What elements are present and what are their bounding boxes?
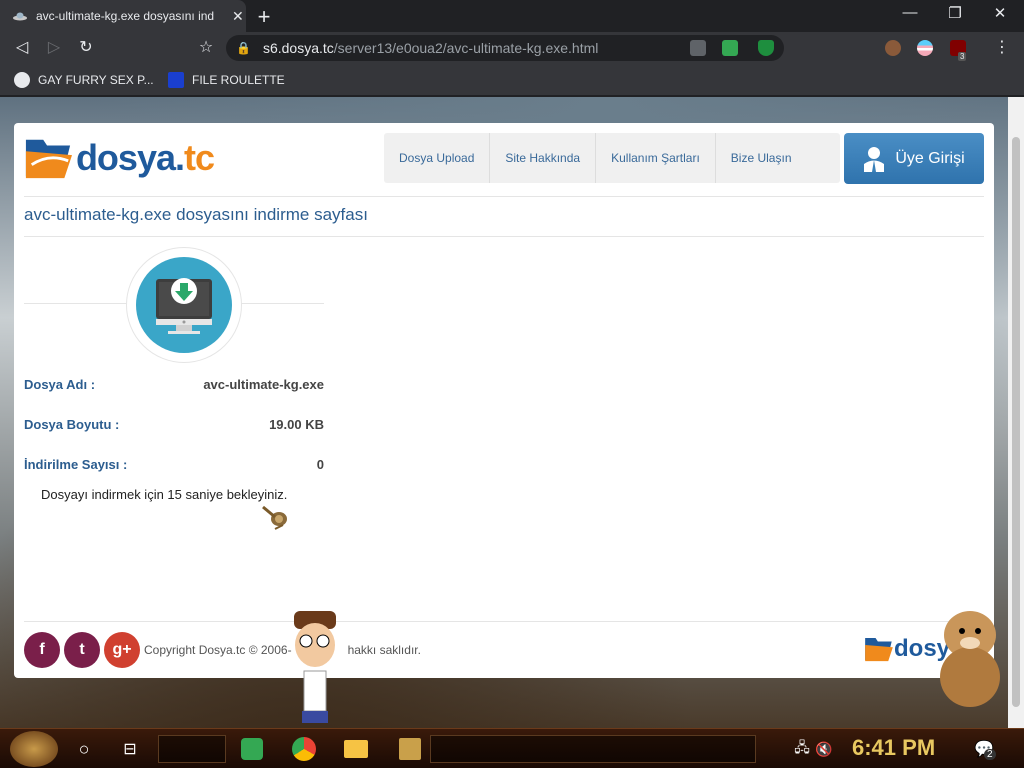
url-host: s6.dosya.tc [262, 40, 334, 56]
nav-item-upload[interactable]: Dosya Upload [384, 133, 491, 183]
hamster-sticker [940, 611, 1000, 707]
forward-button[interactable]: ▷ [44, 38, 64, 58]
browser-toolbar: ◁ ▷ ↻ ☆ 🔒 s6.dosya.tc/server13/e0oua2/av… [0, 32, 1024, 64]
taskbar-slot [430, 735, 756, 763]
game-app-icon[interactable] [396, 735, 424, 763]
ublock-badge: 3 [958, 52, 967, 61]
close-window-button[interactable]: ✕ [985, 4, 1015, 22]
login-button[interactable]: Üye Girişi [844, 133, 984, 184]
wait-message: Dosyayı indirmek için 15 saniye bekleyin… [41, 487, 288, 502]
divider [24, 196, 984, 197]
globe-icon [14, 72, 30, 88]
browser-tab[interactable]: avc-ultimate-kg.exe dosyasını ind ✕ [0, 0, 246, 32]
notification-badge: 2 [984, 749, 996, 760]
content-card: dosya.tc Dosya Upload Site Hakkında Kull… [14, 123, 994, 678]
page-title: avc-ultimate-kg.exe dosyasını indirme sa… [24, 205, 368, 224]
task-view-icon[interactable]: ⊟ [116, 735, 144, 763]
new-tab-button[interactable]: + [254, 4, 274, 30]
bookmarks-bar: GAY FURRY SEX P... FILE ROULETTE [0, 64, 1024, 96]
logo-text-part1: dosya. [75, 137, 185, 178]
close-tab-icon[interactable]: ✕ [232, 8, 244, 25]
saucer-favicon-icon [13, 12, 27, 21]
file-name-label: Dosya Adı : [24, 377, 96, 392]
shield-extension-icon[interactable] [758, 40, 774, 56]
nav-item-contact[interactable]: Bize Ulaşın [716, 133, 840, 183]
divider [24, 621, 984, 622]
folder-logo-icon [865, 638, 893, 662]
mft-icon [168, 72, 184, 88]
bookmark-item[interactable]: FILE ROULETTE [168, 72, 285, 88]
chat-extension-icon[interactable] [722, 40, 738, 56]
user-icon [864, 146, 885, 172]
maximize-button[interactable]: ❐ [940, 4, 970, 22]
start-button[interactable] [10, 731, 58, 767]
taskbar-clock[interactable]: 6:41 PM [852, 735, 935, 761]
browser-menu-icon[interactable]: ⋮ [992, 38, 1012, 58]
google-plus-icon[interactable]: g+ [104, 632, 140, 668]
lock-icon: 🔒 [236, 41, 251, 55]
folder-logo-icon [25, 139, 73, 179]
flag-extension-icon[interactable] [917, 40, 933, 56]
page-viewport: dosya.tc Dosya Upload Site Hakkında Kull… [0, 97, 1008, 728]
bookmark-label: GAY FURRY SEX P... [38, 73, 154, 87]
nav-item-terms[interactable]: Kullanım Şartları [596, 133, 716, 183]
site-nav: Dosya Upload Site Hakkında Kullanım Şart… [384, 133, 840, 183]
reload-button[interactable]: ↻ [76, 38, 96, 58]
divider [24, 236, 984, 237]
bookmark-star-icon[interactable]: ☆ [196, 38, 216, 58]
url-path: /server13/e0oua2/avc-ultimate-kg.exe.htm… [333, 40, 599, 56]
download-monitor-icon [136, 257, 232, 353]
logo-text-part2: tc [183, 137, 215, 178]
file-name-row: Dosya Adı : avc-ultimate-kg.exe [24, 377, 324, 392]
page-scrollbar[interactable] [1008, 97, 1024, 728]
copyright-head: Copyright Dosya.tc © 2006- [144, 643, 292, 657]
cursor-critter-icon [262, 505, 287, 530]
twitter-icon[interactable]: t [64, 632, 100, 668]
file-size-value: 19.00 KB [269, 417, 324, 432]
chat-app-icon[interactable] [238, 735, 266, 763]
login-label: Üye Girişi [895, 149, 965, 167]
minimize-button[interactable]: — [895, 4, 925, 21]
cartoon-man-sticker [294, 611, 336, 723]
avatar-extension-icon[interactable] [885, 40, 901, 56]
scrollbar-thumb[interactable] [1012, 137, 1020, 707]
copyright-text: Copyright Dosya.tc © 2006- hakkı saklıdır… [144, 643, 421, 657]
download-count-label: İndirilme Sayısı : [24, 457, 128, 472]
address-bar[interactable]: 🔒 s6.dosya.tc/server13/e0oua2/avc-ultima… [226, 35, 784, 61]
file-name-value: avc-ultimate-kg.exe [203, 377, 324, 392]
copyright-tail: hakkı saklıdır. [347, 643, 421, 657]
file-size-label: Dosya Boyutu : [24, 417, 120, 432]
bookmark-item[interactable]: GAY FURRY SEX P... [14, 72, 154, 88]
translate-icon[interactable] [690, 40, 706, 56]
taskbar: ○ ⊟ 🖧 🔇 6:41 PM 💬 2 [0, 728, 1024, 768]
search-circle-icon[interactable]: ○ [70, 735, 98, 763]
facebook-icon[interactable]: f [24, 632, 60, 668]
volume-muted-icon[interactable]: 🔇 [810, 735, 838, 763]
download-count-value: 0 [316, 457, 324, 472]
download-count-row: İndirilme Sayısı : 0 [24, 457, 324, 472]
logo-text: dosya.tc [75, 137, 215, 179]
back-button[interactable]: ◁ [12, 38, 32, 58]
browser-titlebar: avc-ultimate-kg.exe dosyasını ind ✕ + — … [0, 0, 1024, 32]
file-size-row: Dosya Boyutu : 19.00 KB [24, 417, 324, 432]
file-explorer-icon[interactable] [342, 735, 370, 763]
chrome-icon[interactable] [290, 735, 318, 763]
taskbar-slot [158, 735, 226, 763]
site-logo[interactable]: dosya.tc [24, 133, 215, 183]
bookmark-label: FILE ROULETTE [192, 73, 285, 87]
tab-title: avc-ultimate-kg.exe dosyasını ind [36, 9, 215, 23]
nav-item-about[interactable]: Site Hakkında [490, 133, 597, 183]
